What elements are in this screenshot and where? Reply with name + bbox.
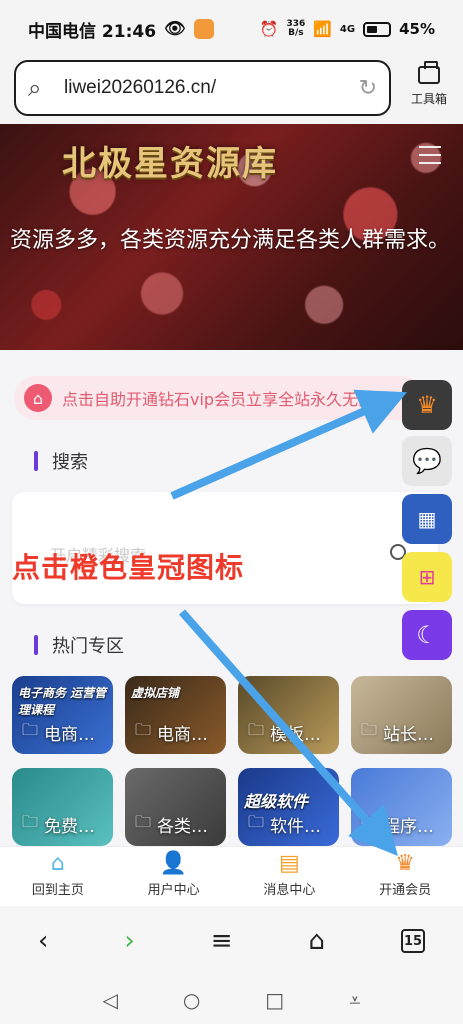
category-tile[interactable]: 电子商务 运营管理课程 🗀 电商… [12, 676, 113, 754]
nav-label: 用户中心 [147, 883, 200, 898]
section-accent-bar [34, 451, 38, 471]
browser-toolbar: ‹ › ≡ ⌂ 15 [0, 906, 463, 976]
back-icon[interactable]: ‹ [38, 926, 48, 956]
bottom-nav: ⌂ 回到主页 👤 用户中心 ▤ 消息中心 ♛ 开通会员 [0, 846, 463, 906]
moon-icon: ☾ [416, 621, 438, 649]
nav-item-vip[interactable]: ♛ 开通会员 [360, 849, 450, 898]
folder-icon: 🗀 [135, 812, 152, 831]
tile-label: 🗀 程序… [361, 812, 435, 837]
wifi-icon: 📶 [313, 20, 332, 38]
nav-label: 回到主页 [31, 883, 84, 898]
hot-section-label: 热门专区 [52, 636, 124, 657]
browser-address-bar: ⌕ liwei20260126.cn/ ↻ 工具箱 [0, 58, 463, 124]
search-section-label: 搜索 [52, 452, 88, 473]
hero-banner: 北极星资源库 资源多多，各类资源充分满足各类人群需求。 [0, 124, 463, 350]
nav-item-user[interactable]: 👤 用户中心 [129, 849, 219, 898]
folder-icon: 🗀 [135, 720, 152, 739]
nav-item-home[interactable]: ⌂ 回到主页 [13, 849, 103, 898]
toolbox-icon [418, 61, 440, 84]
category-tile[interactable]: 🗀 模板… [238, 676, 339, 754]
vip-notice-bar[interactable]: ⌂ 点击自助开通钻石vip会员立享全站永久无限 [14, 376, 424, 420]
folder-icon: 🗀 [248, 812, 265, 831]
carrier-time: 中国电信 21:46 [28, 21, 157, 42]
notice-text[interactable]: 点击自助开通钻石vip会员立享全站永久无限 [62, 386, 374, 410]
tile-banner: 超级软件 [244, 792, 309, 811]
nav-label: 消息中心 [263, 883, 316, 898]
tile-label: 🗀 各类… [135, 812, 209, 837]
plus-card-icon: ⊞ [418, 565, 436, 589]
qrcode-button[interactable]: ▦ [402, 494, 452, 544]
qrcode-icon: ▦ [417, 507, 437, 531]
url-text[interactable]: liwei20260126.cn/ [64, 77, 359, 99]
forward-icon[interactable]: › [124, 926, 134, 956]
category-tile[interactable]: 🗀 各类… [125, 768, 226, 846]
search-icon: ⌕ [28, 74, 42, 102]
crown-icon: ♛ [416, 391, 438, 419]
category-tile[interactable]: 虚拟店铺 🗀 电商… [125, 676, 226, 754]
folder-icon: 🗀 [22, 812, 39, 831]
crown-vip-button[interactable]: ♛ [402, 380, 452, 430]
tile-label: 🗀 免费… [22, 812, 96, 837]
crown-icon: ♛ [395, 851, 415, 876]
network-type: 4G [339, 23, 356, 35]
home-icon: ⌂ [24, 384, 52, 412]
wechat-button[interactable]: 💬 [402, 436, 452, 486]
toolbox-button[interactable]: 工具箱 [402, 61, 456, 107]
wechat-icon: 💬 [412, 447, 442, 475]
nav-item-messages[interactable]: ▤ 消息中心 [244, 849, 334, 898]
system-nav-bar: ◁ ○ □ ⩡ [0, 976, 463, 1024]
tile-banner: 电子商务 运营管理课程 [18, 686, 107, 717]
status-left: 中国电信 21:46 👁 [28, 17, 214, 42]
category-tile[interactable]: 超级软件 🗀 软件… [238, 768, 339, 846]
category-tile[interactable]: 🗀 程序… [351, 768, 452, 846]
toolbox-label: 工具箱 [410, 92, 447, 106]
hot-section-title: 热门专区 [34, 632, 124, 658]
search-section-title: 搜索 [34, 448, 88, 474]
tabs-button[interactable]: 15 [400, 929, 425, 953]
folder-icon: 🗀 [361, 812, 378, 831]
dark-mode-button[interactable]: ☾ [402, 610, 452, 660]
tile-banner: 虚拟店铺 [131, 686, 180, 700]
app-notification-icon [193, 19, 214, 39]
recents-square-icon[interactable]: □ [265, 988, 284, 1012]
message-icon: ▤ [278, 851, 300, 876]
home-icon[interactable]: ⌂ [309, 926, 326, 956]
add-button[interactable]: ⊞ [402, 552, 452, 602]
alarm-icon: ⏰ [259, 20, 279, 38]
tile-label: 🗀 站长… [361, 720, 435, 745]
menu-icon[interactable] [419, 146, 441, 170]
nav-label: 开通会员 [379, 883, 432, 898]
section-accent-bar [34, 635, 38, 655]
annotation-text: 点击橙色皇冠图标 [12, 551, 245, 584]
eye-icon: 👁 [164, 19, 186, 39]
status-bar: 中国电信 21:46 👁 ⏰ 336 B/s 📶 4G 45% [0, 0, 463, 58]
folder-icon: 🗀 [361, 720, 378, 739]
tile-label: 🗀 电商… [135, 720, 209, 745]
menu-icon[interactable]: ≡ [211, 926, 233, 956]
url-field[interactable]: ⌕ liwei20260126.cn/ ↻ [14, 60, 391, 116]
tile-label: 🗀 模板… [248, 720, 322, 745]
tile-label: 🗀 电商… [22, 720, 96, 745]
site-logo-title[interactable]: 北极星资源库 [62, 136, 278, 185]
reload-icon[interactable]: ↻ [359, 76, 377, 101]
folder-icon: 🗀 [248, 720, 265, 739]
tile-label: 🗀 软件… [248, 812, 322, 837]
net-speed: 336 B/s [286, 20, 305, 38]
battery-percent: 45% [399, 20, 435, 38]
category-tile[interactable]: 🗀 免费… [12, 768, 113, 846]
home-icon: ⌂ [50, 851, 65, 876]
battery-icon [363, 21, 392, 37]
net-speed-unit: B/s [288, 28, 304, 38]
home-circle-icon[interactable]: ○ [183, 988, 200, 1012]
category-tile[interactable]: 🗀 站长… [351, 676, 452, 754]
back-triangle-icon[interactable]: ◁ [102, 988, 117, 1012]
hero-description: 资源多多，各类资源充分满足各类人群需求。 [10, 228, 451, 253]
user-icon: 👤 [159, 851, 188, 876]
folder-icon: 🗀 [22, 720, 39, 739]
notification-pull-icon[interactable]: ⩡ [349, 988, 360, 1012]
status-right: ⏰ 336 B/s 📶 4G 45% [259, 20, 435, 39]
